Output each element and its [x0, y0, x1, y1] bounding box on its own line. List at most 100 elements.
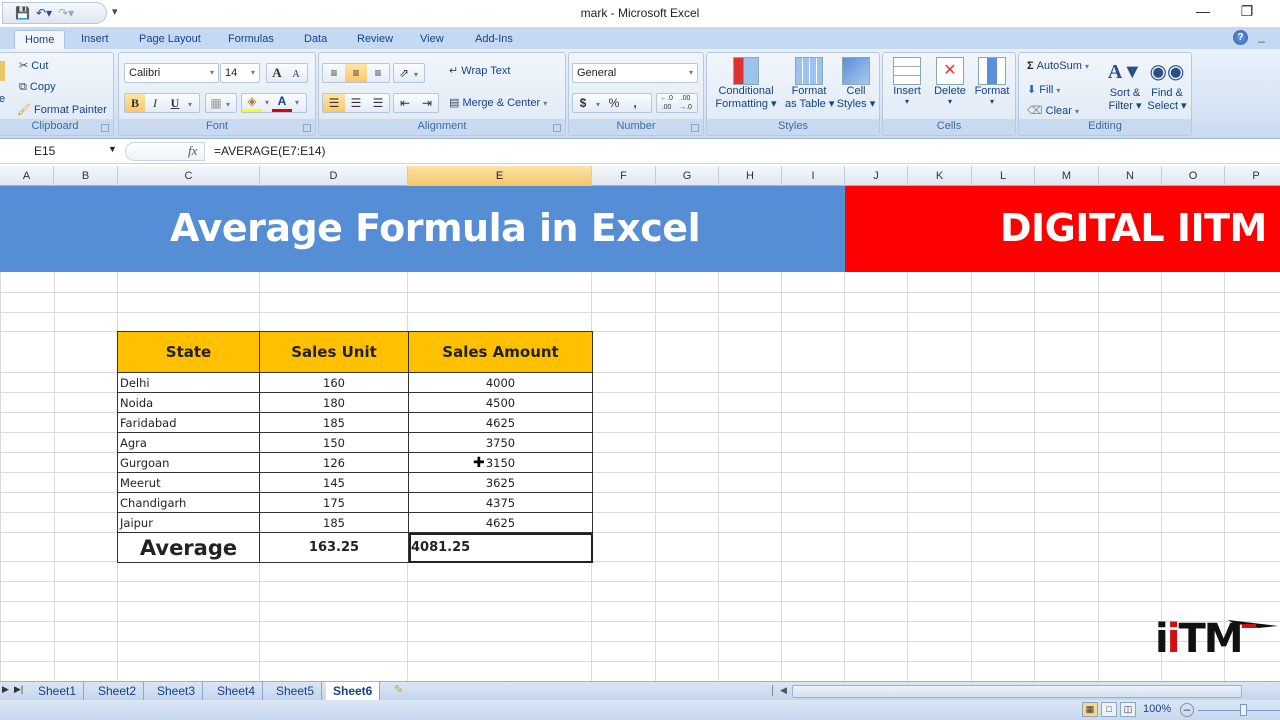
unit-cell[interactable]: 175 — [259, 492, 409, 513]
column-header-e[interactable]: E — [408, 166, 592, 186]
shrink-font-button[interactable]: A — [287, 66, 305, 84]
fill-color-button[interactable]: ◈ — [242, 94, 262, 112]
tab-view[interactable]: View — [410, 30, 454, 49]
column-header-p[interactable]: P — [1225, 166, 1280, 186]
unit-cell[interactable]: 160 — [259, 372, 409, 393]
header-state[interactable]: State — [117, 331, 260, 373]
number-format-dropdown[interactable]: General ▾ — [572, 63, 698, 83]
column-header-m[interactable]: M — [1035, 166, 1099, 186]
state-cell[interactable]: Gurgoan — [117, 452, 260, 473]
column-header-a[interactable]: A — [0, 166, 54, 186]
unit-cell[interactable]: 180 — [259, 392, 409, 413]
sheet-tab-6[interactable]: Sheet6 — [326, 682, 381, 700]
align-top-button[interactable]: ≡ — [323, 64, 345, 82]
autosum-button[interactable]: Σ AutoSum ▾ — [1027, 60, 1089, 72]
percent-button[interactable]: % — [603, 94, 625, 112]
increase-indent-button[interactable]: ⇥ — [416, 94, 438, 112]
sort-filter-button[interactable]: A▼ Sort & Filter ▾ — [1105, 57, 1145, 112]
underline-button[interactable]: U — [165, 94, 185, 112]
format-painter-button[interactable]: 🖌 Format Painter — [17, 103, 107, 116]
font-size-dropdown[interactable]: 14 ▾ — [220, 63, 260, 83]
column-header-d[interactable]: D — [260, 166, 408, 186]
grow-font-button[interactable]: A — [267, 64, 287, 82]
alignment-launcher-icon[interactable] — [553, 124, 561, 132]
insert-sheet-icon[interactable]: ✎ — [394, 683, 403, 696]
state-cell[interactable]: Delhi — [117, 372, 260, 393]
format-cells-button[interactable]: Format ▾ — [971, 57, 1013, 106]
sheet-tab-3[interactable]: Sheet3 — [150, 682, 204, 700]
italic-button[interactable]: I — [145, 94, 165, 112]
cell-styles-button[interactable]: Cell Styles ▾ — [835, 57, 877, 110]
column-header-k[interactable]: K — [908, 166, 972, 186]
tab-insert[interactable]: Insert — [71, 30, 119, 49]
amount-cell[interactable]: 4375 — [408, 492, 593, 513]
currency-button[interactable]: $ — [573, 94, 593, 112]
tab-data[interactable]: Data — [294, 30, 337, 49]
zoom-slider-thumb[interactable] — [1240, 704, 1247, 716]
column-header-b[interactable]: B — [54, 166, 118, 186]
fill-button[interactable]: ⬇ Fill ▾ — [1027, 83, 1060, 96]
header-sales-unit[interactable]: Sales Unit — [259, 331, 409, 373]
amount-cell[interactable]: 4000 — [408, 372, 593, 393]
normal-view-button[interactable]: ▦ — [1082, 702, 1098, 717]
align-bottom-button[interactable]: ≡ — [367, 64, 389, 82]
copy-button[interactable]: ⧉ Copy — [19, 81, 56, 94]
decrease-indent-button[interactable]: ⇤ — [394, 94, 416, 112]
conditional-formatting-button[interactable]: Conditional Formatting ▾ — [711, 57, 781, 110]
scroll-left-icon[interactable]: ◀ — [780, 685, 787, 696]
tab-split-handle[interactable]: │ — [770, 685, 776, 695]
wrap-text-button[interactable]: ↵ Wrap Text — [449, 64, 510, 77]
clear-button[interactable]: ⌫ Clear ▾ — [1027, 104, 1079, 117]
amount-cell[interactable]: 3150 — [408, 452, 593, 473]
unit-cell[interactable]: 150 — [259, 432, 409, 453]
header-sales-amount[interactable]: Sales Amount — [408, 331, 593, 373]
zoom-level[interactable]: 100% — [1143, 703, 1171, 715]
comma-button[interactable]: , — [625, 94, 645, 112]
page-layout-view-button[interactable]: □ — [1101, 702, 1117, 717]
column-header-i[interactable]: I — [782, 166, 845, 186]
font-launcher-icon[interactable] — [303, 124, 311, 132]
orientation-button[interactable]: ⇗ ▾ — [393, 63, 425, 83]
align-middle-button[interactable]: ≡ — [345, 64, 367, 82]
column-header-c[interactable]: C — [118, 166, 260, 186]
decrease-decimal-button[interactable]: .00 →.0 — [676, 94, 695, 112]
state-cell[interactable]: Jaipur — [117, 512, 260, 533]
state-cell[interactable]: Faridabad — [117, 412, 260, 433]
ribbon-minimize-icon[interactable]: _ — [1258, 29, 1265, 43]
align-right-button[interactable]: ☰ — [367, 94, 389, 112]
unit-cell[interactable]: 145 — [259, 472, 409, 493]
worksheet-grid[interactable]: Average Formula in Excel DIGITAL IITM St… — [0, 186, 1280, 681]
state-cell[interactable]: Chandigarh — [117, 492, 260, 513]
clipboard-launcher-icon[interactable] — [101, 124, 109, 132]
column-header-h[interactable]: H — [719, 166, 782, 186]
unit-cell[interactable]: 185 — [259, 412, 409, 433]
amount-cell[interactable]: 3625 — [408, 472, 593, 493]
average-label[interactable]: Average — [117, 532, 260, 563]
font-color-button[interactable]: A — [272, 94, 292, 112]
align-left-button[interactable]: ☰ — [323, 94, 345, 112]
column-header-j[interactable]: J — [845, 166, 908, 186]
column-header-n[interactable]: N — [1099, 166, 1162, 186]
increase-decimal-button[interactable]: ←.0 .00 — [657, 94, 676, 112]
bold-button[interactable]: B — [125, 94, 145, 112]
tab-formulas[interactable]: Formulas — [218, 30, 284, 49]
borders-button[interactable]: ▦ ▾ — [205, 93, 237, 113]
column-header-o[interactable]: O — [1162, 166, 1225, 186]
state-cell[interactable]: Noida — [117, 392, 260, 413]
name-box-dropdown-icon[interactable]: ▼ — [108, 144, 117, 154]
sheet-tab-5[interactable]: Sheet5 — [269, 682, 323, 700]
amount-cell[interactable]: 4625 — [408, 512, 593, 533]
merge-center-button[interactable]: ▤ Merge & Center ▾ — [449, 96, 547, 109]
amount-cell[interactable]: 4500 — [408, 392, 593, 413]
insert-cells-button[interactable]: Insert ▾ — [887, 57, 927, 106]
help-icon[interactable]: ? — [1233, 30, 1248, 45]
sheet-tab-4[interactable]: Sheet4 — [210, 682, 264, 700]
tab-page-layout[interactable]: Page Layout — [129, 30, 211, 49]
delete-cells-button[interactable]: ✕ Delete ▾ — [929, 57, 971, 106]
number-launcher-icon[interactable] — [691, 124, 699, 132]
average-unit-cell[interactable]: 163.25 — [259, 532, 409, 563]
amount-cell[interactable]: 4625 — [408, 412, 593, 433]
zoom-slider[interactable] — [1198, 710, 1280, 711]
state-cell[interactable]: Meerut — [117, 472, 260, 493]
page-break-view-button[interactable]: ◫ — [1120, 702, 1136, 717]
